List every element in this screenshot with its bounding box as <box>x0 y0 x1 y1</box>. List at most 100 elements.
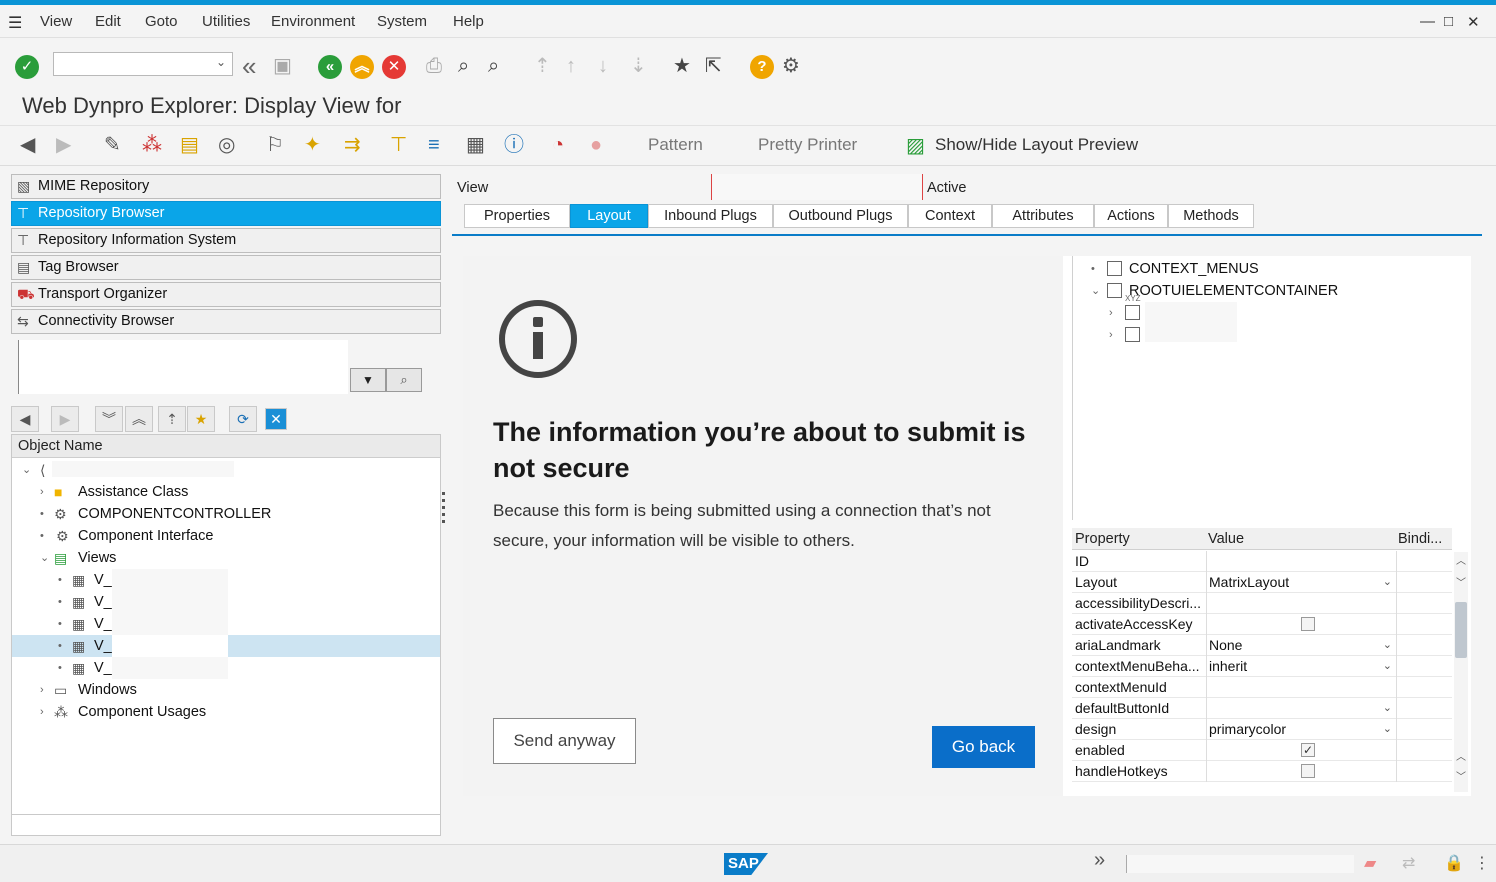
ui-node-context-menus[interactable]: • CONTEXT_MENUS <box>1091 258 1451 280</box>
property-row-design[interactable]: design primarycolor ⌄ <box>1072 719 1452 740</box>
chevron-down-icon[interactable]: ⌄ <box>1383 656 1392 676</box>
layout-preview-icon[interactable]: ▨ <box>906 135 925 157</box>
properties-scrollbar[interactable]: ︿ ﹀ ︿ ﹀ <box>1454 552 1468 792</box>
pane-splitter-handle[interactable] <box>440 490 448 530</box>
next-page-icon[interactable]: ↓ <box>598 54 608 78</box>
hierarchy-up-button[interactable]: ⇡ <box>158 406 186 432</box>
property-checkbox[interactable] <box>1301 617 1315 631</box>
property-row-aria-landmark[interactable]: ariaLandmark None ⌄ <box>1072 635 1452 656</box>
settings-gear-icon[interactable]: ⚙ <box>782 54 800 78</box>
menu-view[interactable]: View <box>40 13 72 30</box>
nav-repository-information-system[interactable]: ⊤ Repository Information System <box>11 228 441 253</box>
tree-node-view[interactable]: • ▦ V_ <box>12 591 440 613</box>
tree-node-view[interactable]: • ▦ V_ <box>12 613 440 635</box>
scroll-up-icon[interactable]: ︿ <box>1456 552 1466 567</box>
find-icon[interactable]: ⌕ <box>458 54 469 78</box>
property-binding[interactable] <box>1396 719 1442 740</box>
property-value[interactable] <box>1206 551 1396 572</box>
tree-node-windows[interactable]: › ▭ Windows <box>12 679 440 701</box>
chevron-down-icon[interactable]: ⌄ <box>1091 280 1100 302</box>
check-icon[interactable]: ▤ <box>180 134 199 156</box>
nav-repository-browser[interactable]: ⊤ Repository Browser <box>11 201 441 226</box>
collapse-all-button[interactable]: ︽ <box>125 406 153 432</box>
first-page-icon[interactable]: ⇡ <box>534 54 551 78</box>
property-binding[interactable] <box>1396 551 1442 572</box>
display-change-icon[interactable]: ✎ <box>104 134 121 156</box>
chevron-down-icon[interactable]: ⌄ <box>40 547 49 569</box>
chevron-right-icon[interactable]: › <box>1109 324 1113 346</box>
property-binding[interactable] <box>1396 761 1442 782</box>
property-row-activate-access-key[interactable]: activateAccessKey <box>1072 614 1452 635</box>
where-used-icon[interactable]: ⇉ <box>344 134 361 156</box>
ui-node-child[interactable]: › <box>1109 324 1269 346</box>
property-checkbox[interactable] <box>1301 764 1315 778</box>
tree-node-view[interactable]: • ▦ V_ <box>12 657 440 679</box>
object-selection-input[interactable] <box>18 340 348 394</box>
tab-actions[interactable]: Actions <box>1094 204 1168 228</box>
confirm-check-icon[interactable]: ✓ <box>15 55 39 79</box>
tab-layout[interactable]: Layout <box>570 204 648 228</box>
property-binding[interactable] <box>1396 614 1442 635</box>
display-glasses-button[interactable]: ⌕ <box>386 368 422 392</box>
chevron-down-icon[interactable]: ⌄ <box>1383 572 1392 592</box>
property-row-context-menu-id[interactable]: contextMenuId <box>1072 677 1452 698</box>
chevron-right-icon[interactable]: › <box>40 701 44 723</box>
minimize-icon[interactable]: — <box>1420 13 1435 30</box>
property-row-context-menu-behaviour[interactable]: contextMenuBeha... inherit ⌄ <box>1072 656 1452 677</box>
tree-node-view-selected[interactable]: • ▦ V_ <box>12 635 440 657</box>
menu-system[interactable]: System <box>377 13 427 30</box>
nav-tag-browser[interactable]: ▤ Tag Browser <box>11 255 441 280</box>
shortcut-icon[interactable]: ⇱ <box>705 54 722 78</box>
other-object-icon[interactable]: ⁂ <box>142 134 162 156</box>
expand-all-button[interactable]: ︾ <box>95 406 123 432</box>
show-hide-layout-preview-button[interactable]: Show/Hide Layout Preview <box>935 135 1138 155</box>
tree-node-component-usages[interactable]: › ⁂ Component Usages <box>12 701 440 723</box>
save-icon[interactable]: ▣ <box>273 54 292 78</box>
print-icon[interactable]: ⎙ <box>426 54 442 78</box>
tab-outbound-plugs[interactable]: Outbound Plugs <box>773 204 908 228</box>
tree-forward-button[interactable]: ▶ <box>51 406 79 432</box>
scroll-up-icon[interactable]: ︿ <box>1456 748 1466 763</box>
property-binding[interactable] <box>1396 635 1442 656</box>
property-value-select[interactable]: primarycolor ⌄ <box>1206 719 1396 740</box>
activate-icon[interactable]: ◎ <box>218 134 235 156</box>
property-checkbox-checked[interactable]: ✓ <box>1301 743 1315 757</box>
chevron-right-icon[interactable]: › <box>1109 302 1113 324</box>
property-binding[interactable] <box>1396 656 1442 677</box>
property-value-select[interactable]: ⌄ <box>1206 698 1396 719</box>
menu-goto[interactable]: Goto <box>145 13 178 30</box>
chevron-down-icon[interactable]: ⌄ <box>1383 635 1392 655</box>
nav-transport-organizer[interactable]: ⛟ Transport Organizer <box>11 282 441 307</box>
menu-utilities[interactable]: Utilities <box>202 13 250 30</box>
test-icon[interactable]: ⚐ <box>266 134 284 156</box>
chevron-down-icon[interactable]: ⌄ <box>1383 719 1392 739</box>
property-row-handle-hotkeys[interactable]: handleHotkeys <box>1072 761 1452 782</box>
element-checkbox[interactable] <box>1107 261 1122 276</box>
close-icon[interactable]: ✕ <box>1467 13 1480 31</box>
tree-node-component-interface[interactable]: • ⚙ Component Interface <box>12 525 440 547</box>
property-value-select[interactable]: MatrixLayout ⌄ <box>1206 572 1396 593</box>
tab-inbound-plugs[interactable]: Inbound Plugs <box>648 204 773 228</box>
pretty-printer-button[interactable]: Pretty Printer <box>758 135 857 155</box>
property-row-layout[interactable]: Layout MatrixLayout ⌄ <box>1072 572 1452 593</box>
hierarchy-icon[interactable]: ⊤ <box>390 134 407 156</box>
property-value[interactable] <box>1206 593 1396 614</box>
wizard-icon[interactable]: ✦ <box>304 134 321 156</box>
property-binding[interactable] <box>1396 572 1442 593</box>
send-anyway-button[interactable]: Send anyway <box>493 718 636 764</box>
property-value-select[interactable]: inherit ⌄ <box>1206 656 1396 677</box>
property-row-enabled[interactable]: enabled ✓ <box>1072 740 1452 761</box>
arrow-forward-icon[interactable]: ▶ <box>56 134 71 156</box>
align-icon[interactable]: ≡ <box>428 134 440 156</box>
last-page-icon[interactable]: ⇣ <box>630 54 647 78</box>
tree-node-componentcontroller[interactable]: • ⚙ COMPONENTCONTROLLER <box>12 503 440 525</box>
element-checkbox[interactable] <box>1125 305 1140 320</box>
ui-node-rootuielementcontainer[interactable]: ⌄ ROOTUIELEMENTCONTAINER <box>1091 280 1451 302</box>
find-next-icon[interactable]: ⌕ <box>488 54 499 78</box>
tree-node-view[interactable]: • ▦ V_ <box>12 569 440 591</box>
help-icon[interactable]: ? <box>750 55 774 79</box>
exit-orange-icon[interactable]: ︽ <box>350 55 374 79</box>
pie-chart-icon[interactable]: ◔ <box>552 134 564 156</box>
property-row-accessibility-description[interactable]: accessibilityDescri... <box>1072 593 1452 614</box>
close-tree-button[interactable]: ✕ <box>265 408 287 430</box>
